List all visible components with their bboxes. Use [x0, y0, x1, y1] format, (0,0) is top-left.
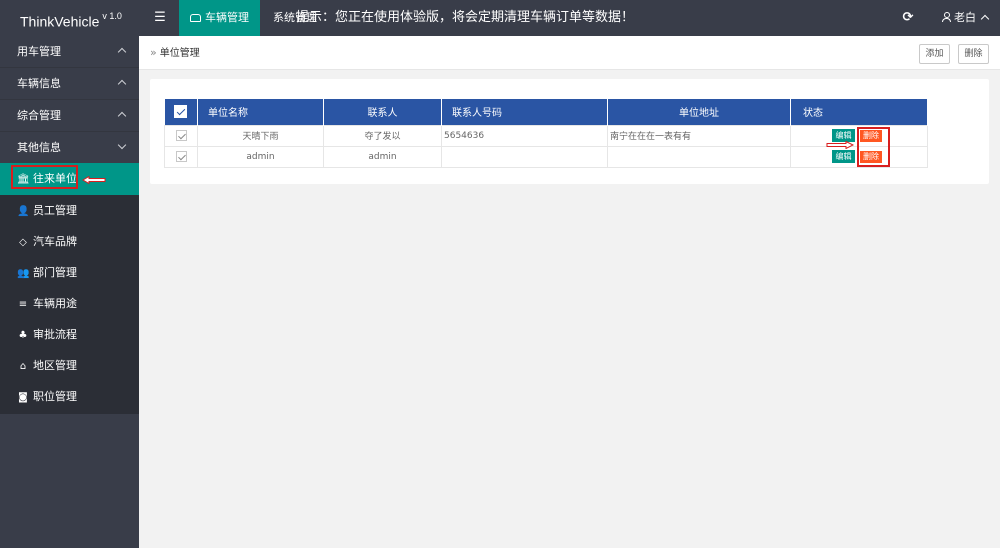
list-icon: ≡: [18, 299, 28, 310]
app-name: ThinkVehicle: [20, 13, 100, 30]
nav-vehicle-management[interactable]: 车辆管理: [179, 0, 260, 36]
refresh-icon[interactable]: ⟳: [900, 0, 916, 36]
user-icon: [942, 12, 951, 22]
cell-address: 南宁在在在一表有有: [607, 124, 791, 147]
chevron-up-icon: [117, 111, 127, 121]
select-all-checkbox[interactable]: [174, 105, 188, 119]
units-table: 单位名称 联系人 联系人号码 单位地址 状态 天晴下雨 夺了发以 5654636…: [164, 99, 928, 168]
breadcrumb-bar: » 单位管理 添加 删除: [139, 36, 1000, 70]
sidebar-group-car-use[interactable]: 用车管理: [0, 36, 139, 68]
row-checkbox-cell: [164, 145, 198, 168]
sidebar-item-label: 部门管理: [33, 266, 77, 279]
column-header: 单位地址: [607, 99, 791, 125]
app-version: v 1.0: [102, 11, 122, 21]
chevron-up-icon: [117, 47, 127, 57]
add-button[interactable]: 添加: [919, 44, 950, 64]
sidebar-item-approval-flow[interactable]: ♣ 审批流程: [0, 319, 139, 350]
app-logo[interactable]: ThinkVehicle v 1.0: [0, 0, 139, 36]
sidebar: 用车管理 车辆信息 综合管理 其他信息 🏛 往来单位 👤 员工管理 ◇ 汽车品牌 👥 部…: [0, 36, 139, 548]
sidebar-item-departments[interactable]: 👥 部门管理: [0, 257, 139, 288]
cell-name: admin: [197, 145, 324, 168]
cell-phone: [441, 145, 608, 168]
sidebar-group-label: 车辆信息: [17, 77, 61, 90]
column-header: 联系人: [323, 99, 442, 125]
cell-contact: 夺了发以: [323, 124, 442, 147]
sidebar-group-vehicle-info[interactable]: 车辆信息: [0, 68, 139, 100]
sidebar-item-car-brands[interactable]: ◇ 汽车品牌: [0, 226, 139, 257]
camera-icon: ◙: [18, 392, 28, 403]
sidebar-group-label: 其他信息: [17, 141, 61, 154]
sidebar-item-vehicle-purpose[interactable]: ≡ 车辆用途: [0, 288, 139, 319]
sidebar-group-label: 用车管理: [17, 45, 61, 58]
top-bar: ThinkVehicle v 1.0 ☰ 车辆管理 系统管理 提示：您正在使用体验…: [0, 0, 1000, 36]
home-icon: ⌂: [19, 361, 27, 372]
flow-icon: ♣: [18, 330, 28, 341]
sidebar-item-label: 汽车品牌: [33, 235, 77, 248]
remove-button[interactable]: 删除: [860, 150, 882, 163]
sidebar-item-label: 往来单位: [33, 172, 77, 185]
menu-icon[interactable]: ☰: [150, 0, 170, 36]
sidebar-group-label: 综合管理: [17, 109, 61, 122]
bank-icon: 🏛: [17, 174, 30, 185]
sidebar-group-other[interactable]: 其他信息: [0, 132, 139, 164]
sidebar-item-employees[interactable]: 👤 员工管理: [0, 195, 139, 226]
delete-button[interactable]: 删除: [958, 44, 989, 64]
cell-contact: admin: [323, 145, 442, 168]
double-chevron-icon: »: [150, 46, 157, 59]
cell-actions: 编辑 删除: [790, 145, 928, 168]
breadcrumb-current: 单位管理: [159, 48, 200, 59]
nav-vehicle-management-label: 车辆管理: [205, 11, 249, 24]
user-icon: 👤: [17, 206, 30, 217]
table-row: 天晴下雨 夺了发以 5654636 南宁在在在一表有有 编辑 删除: [164, 124, 928, 147]
sidebar-item-regions[interactable]: ⌂ 地区管理: [0, 350, 139, 381]
sidebar-item-label: 员工管理: [33, 204, 77, 217]
row-checkbox-cell: [164, 124, 198, 147]
users-icon: 👥: [17, 268, 30, 279]
row-checkbox[interactable]: [175, 130, 187, 141]
breadcrumb: » 单位管理: [150, 36, 200, 71]
column-header: 联系人号码: [441, 99, 608, 125]
notice-banner: 提示：您正在使用体验版，将会定期清理车辆订单等数据！: [296, 10, 635, 25]
sidebar-item-units[interactable]: 🏛 往来单位: [0, 163, 139, 195]
sidebar-group-general[interactable]: 综合管理: [0, 100, 139, 132]
sidebar-item-label: 职位管理: [33, 390, 77, 403]
sidebar-item-positions[interactable]: ◙ 职位管理: [0, 381, 139, 412]
edit-button[interactable]: 编辑: [832, 129, 855, 142]
main-content: » 单位管理 添加 删除 单位名称 联系人 联系人号码 单位地址 状态 天晴下雨…: [139, 36, 1000, 548]
edit-button[interactable]: 编辑: [832, 150, 855, 163]
car-icon: [190, 14, 201, 22]
chevron-up-icon: [117, 79, 127, 89]
cell-actions: 编辑 删除: [790, 124, 928, 147]
user-name: 老白: [954, 11, 976, 24]
table-header-row: 单位名称 联系人 联系人号码 单位地址 状态: [164, 99, 928, 125]
select-all-cell: [164, 99, 198, 125]
user-menu[interactable]: 老白: [942, 0, 990, 36]
row-checkbox[interactable]: [175, 151, 187, 162]
remove-button[interactable]: 删除: [860, 129, 882, 142]
column-header: 单位名称: [197, 99, 324, 125]
sidebar-item-label: 审批流程: [33, 328, 77, 341]
sidebar-item-label: 车辆用途: [33, 297, 77, 310]
table-row: admin admin 编辑 删除: [164, 145, 928, 168]
chevron-down-icon: [117, 140, 127, 150]
cell-name: 天晴下雨: [197, 124, 324, 147]
table-card: 单位名称 联系人 联系人号码 单位地址 状态 天晴下雨 夺了发以 5654636…: [150, 79, 989, 184]
chevron-up-icon: [980, 14, 990, 24]
column-header: 状态: [790, 99, 928, 125]
cell-phone: 5654636: [441, 124, 608, 147]
sidebar-item-label: 地区管理: [33, 359, 77, 372]
sidebar-submenu: 🏛 往来单位 👤 员工管理 ◇ 汽车品牌 👥 部门管理 ≡ 车辆用途 ♣ 审批流程 ⌂ 地区管…: [0, 163, 139, 414]
diamond-icon: ◇: [19, 237, 27, 248]
cell-address: [607, 145, 791, 168]
